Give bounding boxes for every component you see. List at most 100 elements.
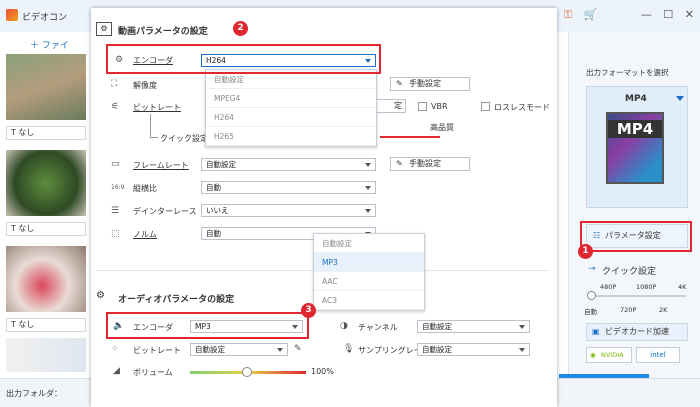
- manual-settings-button-2[interactable]: ✎ 手動設定: [390, 157, 470, 171]
- mp4-file-label: MP4: [608, 120, 662, 138]
- video-thumbnail[interactable]: [6, 338, 86, 372]
- subtitle-select[interactable]: T なし: [6, 222, 86, 236]
- format-select-label: 出力フォーマットを選択: [586, 68, 669, 77]
- channel-value: 自動設定: [422, 322, 452, 331]
- volume-slider-thumb[interactable]: [242, 367, 252, 377]
- encoder-option-h265[interactable]: H265: [206, 127, 376, 146]
- deinterlace-value: いいえ: [206, 206, 229, 215]
- volume-icon: ◢: [113, 366, 120, 376]
- channel-select[interactable]: 自動設定: [417, 320, 530, 333]
- quick-setting-icon: ⊸: [588, 264, 596, 274]
- audio-section-title: オーディオパラメータの設定: [118, 295, 235, 305]
- norm-label: ノルム: [133, 230, 157, 239]
- pencil-icon: ✎: [396, 159, 403, 168]
- gpu-acceleration-label: ビデオカード加速: [605, 327, 669, 336]
- quality-slider-track[interactable]: [590, 295, 686, 297]
- aspect-ratio-label: 縦横比: [133, 184, 157, 193]
- audio-option-auto[interactable]: 自動設定: [314, 234, 424, 253]
- nvidia-logo-icon: ◉: [590, 351, 596, 359]
- subtitle-select[interactable]: T なし: [6, 126, 86, 140]
- add-file-button[interactable]: ＋ ファイ: [30, 38, 69, 51]
- video-encoder-dropdown: 自動設定 MPEG4 H264 H265: [205, 69, 377, 147]
- audio-option-ac3[interactable]: AC3: [314, 291, 424, 310]
- channel-label: チャンネル: [358, 323, 398, 332]
- highlight-video-encoder: [106, 44, 381, 74]
- bitrate-button-text: 定: [394, 101, 402, 110]
- deinterlace-label: デインターレース: [133, 207, 197, 216]
- volume-label: ボリューム: [133, 368, 173, 377]
- format-dropdown-icon[interactable]: [676, 96, 684, 101]
- tick-2k: 2K: [659, 306, 668, 314]
- tick-auto: 自動: [584, 308, 597, 316]
- video-settings-icon: ⚙: [96, 22, 112, 36]
- encoder-option-mpeg4[interactable]: MPEG4: [206, 89, 376, 108]
- bitrate-bracket: [150, 114, 158, 138]
- format-value: MP4: [625, 94, 647, 104]
- tick-720p: 720P: [620, 306, 637, 314]
- quality-slider-thumb[interactable]: [587, 291, 596, 300]
- norm-icon: ⬚: [111, 229, 120, 239]
- norm-value: 自動: [206, 229, 221, 238]
- encoder-option-h264[interactable]: H264: [206, 108, 376, 127]
- minimize-icon[interactable]: —: [641, 8, 652, 21]
- video-thumbnail[interactable]: [6, 150, 86, 216]
- framerate-select[interactable]: 自動設定: [201, 158, 376, 171]
- video-section-title: 動画パラメータの設定: [118, 27, 208, 37]
- chevron-down-icon: [365, 209, 371, 213]
- bitrate-icon: ⚟: [111, 102, 120, 112]
- deinterlace-select[interactable]: いいえ: [201, 204, 376, 217]
- pencil-icon[interactable]: ✎: [294, 344, 304, 354]
- tick-4k: 4K: [678, 283, 687, 291]
- highlight-parameter-button: [580, 221, 692, 252]
- framerate-icon: ▭: [111, 159, 120, 169]
- audio-settings-icon: ⚙: [96, 290, 105, 301]
- video-thumbnail[interactable]: [6, 246, 86, 312]
- audio-bitrate-select[interactable]: 自動設定: [190, 343, 288, 356]
- aspect-ratio-icon: 16:9: [111, 184, 125, 191]
- key-icon[interactable]: ⚿: [564, 8, 572, 21]
- mp4-file-icon: MP4: [606, 112, 664, 184]
- audio-option-mp3[interactable]: MP3: [314, 253, 424, 272]
- audio-bitrate-icon: ⁘: [111, 344, 119, 354]
- lossless-label: ロスレスモード: [494, 103, 550, 112]
- app-logo-icon: [6, 9, 18, 21]
- close-icon[interactable]: ✕: [685, 8, 694, 21]
- high-quality-label: 高品質: [430, 123, 454, 132]
- lossless-checkbox[interactable]: [481, 102, 490, 111]
- gpu-acceleration-button[interactable]: ▣ ビデオカード加速: [586, 323, 688, 341]
- framerate-value: 自動設定: [206, 160, 236, 169]
- maximize-icon[interactable]: ☐: [663, 8, 673, 21]
- resolution-icon: ⛶: [111, 79, 118, 89]
- window-controls[interactable]: ⚿ 🛒 — ☐ ✕: [564, 8, 694, 22]
- manual-settings-button-1[interactable]: ✎ 手動設定: [390, 77, 470, 91]
- vbr-checkbox[interactable]: [418, 102, 427, 111]
- audio-encoder-dropdown: 自動設定 MP3 AAC AC3: [313, 233, 425, 311]
- tick-1080p: 1080P: [636, 283, 657, 291]
- framerate-label: フレームレート: [133, 161, 189, 170]
- channel-icon: ◑: [340, 321, 348, 331]
- step-badge-2: 2: [233, 21, 248, 36]
- audio-option-aac[interactable]: AAC: [314, 272, 424, 291]
- chevron-down-icon: [519, 325, 525, 329]
- pencil-icon: ✎: [396, 79, 403, 88]
- audio-bitrate-value: 自動設定: [195, 345, 225, 354]
- samplerate-value: 自動設定: [422, 345, 452, 354]
- cart-icon[interactable]: 🛒: [584, 8, 598, 21]
- chevron-down-icon: [365, 186, 371, 190]
- tick-480p: 480P: [600, 283, 617, 291]
- highlight-audio-encoder: [106, 312, 309, 339]
- resolution-label: 解像度: [133, 81, 157, 90]
- output-folder-label: 出力フォルダ：: [6, 389, 62, 398]
- quick-setting-title: クイック設定: [602, 267, 657, 277]
- video-thumbnail[interactable]: [6, 54, 86, 120]
- intel-badge: intel: [636, 347, 680, 363]
- samplerate-select[interactable]: 自動設定: [417, 343, 530, 356]
- subtitle-select[interactable]: T なし: [6, 318, 86, 332]
- chevron-down-icon: [365, 163, 371, 167]
- aspect-ratio-select[interactable]: 自動: [201, 181, 376, 194]
- video-list: T なし T なし T なし: [0, 54, 92, 374]
- nvidia-badge: ◉ NVIDIA: [586, 347, 632, 363]
- gpu-icon: ▣: [592, 327, 600, 336]
- video-bitrate-label: ビットレート: [133, 103, 181, 112]
- quality-slider[interactable]: [380, 136, 440, 138]
